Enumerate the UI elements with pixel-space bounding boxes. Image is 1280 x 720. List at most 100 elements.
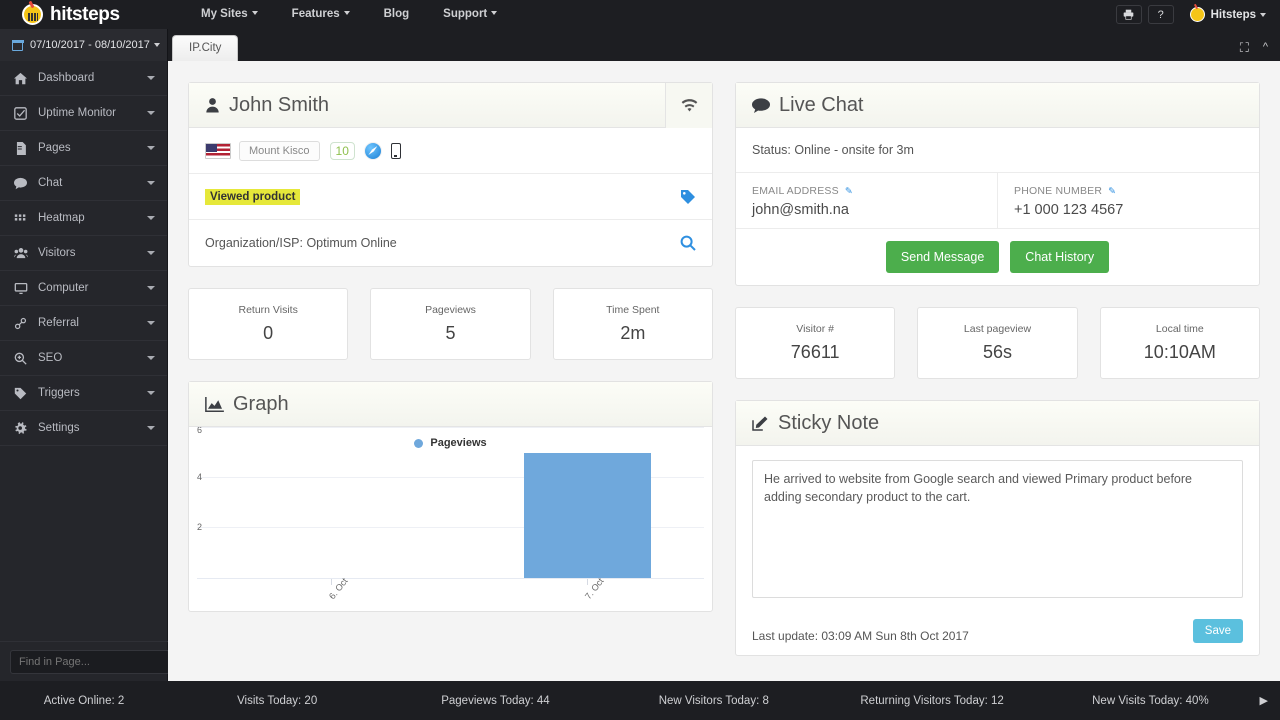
legend-marker [414, 439, 423, 448]
tag-icon [12, 387, 29, 400]
sidebar-item-label: Heatmap [38, 212, 147, 224]
sidebar-item-visitors[interactable]: Visitors [0, 236, 167, 271]
status-new-visitors-today: New Visitors Today: 8 [605, 695, 823, 707]
status-bar: Active Online: 2 Visits Today: 20 Pagevi… [0, 681, 1280, 720]
tab-ip-city[interactable]: IP.City [172, 35, 238, 61]
status-active-online: Active Online: 2 [0, 695, 168, 707]
sidebar-footer: ‹ [0, 641, 168, 681]
x-tick-mark [587, 579, 588, 585]
sidebar-item-seo[interactable]: SEO [0, 341, 167, 376]
stat-value: 56s [983, 342, 1012, 363]
search-icon[interactable] [680, 235, 696, 251]
stat-label: Local time [1156, 323, 1204, 335]
sidebar-item-settings[interactable]: Settings [0, 411, 167, 446]
session-stats-row: Visitor # 76611 Last pageview 56s Local … [735, 307, 1260, 379]
stat-visitor-number: Visitor # 76611 [735, 307, 895, 379]
phone-label: PHONE NUMBER [1014, 185, 1102, 197]
chevron-down-icon [147, 111, 155, 115]
stat-value: 2m [620, 323, 645, 344]
sticky-note-title: Sticky Note [752, 412, 879, 435]
chevron-down-icon [147, 356, 155, 360]
stat-return-visits: Return Visits 0 [188, 288, 348, 360]
sidebar-item-computer[interactable]: Computer [0, 271, 167, 306]
panels-grid: John Smith Mount Kisco 10 Viewed product [188, 82, 1260, 656]
sidebar-item-referral[interactable]: Referral [0, 306, 167, 341]
sidebar-item-label: Pages [38, 142, 147, 154]
chevron-down-icon [147, 251, 155, 255]
visitor-name: John Smith [229, 94, 329, 117]
chevron-down-icon [252, 11, 258, 15]
right-column: Live Chat Status: Online - onsite for 3m… [735, 82, 1260, 656]
sidebar-item-label: Settings [38, 422, 147, 434]
chevron-down-icon [147, 426, 155, 430]
chevron-down-icon [344, 11, 350, 15]
chart-legend[interactable]: Pageviews [197, 437, 704, 449]
live-chat-title: Live Chat [752, 94, 864, 117]
stat-value: 10:10AM [1144, 342, 1216, 363]
sidebar-item-triggers[interactable]: Triggers [0, 376, 167, 411]
pencil-icon[interactable]: ✎ [845, 186, 853, 197]
expand-icon[interactable]: ⛶ [1240, 41, 1249, 54]
tab-strip: IP.City [168, 29, 1240, 61]
visitor-location-row: Mount Kisco 10 [189, 128, 712, 174]
pageviews-bar-chart[interactable]: 6 4 2 Pageviews 6. Oct 7. Oct [189, 427, 712, 611]
sidebar-item-label: Uptime Monitor [38, 107, 147, 119]
sidebar: Dashboard Uptime Monitor Pages Chat Heat… [0, 61, 168, 681]
phone-field[interactable]: PHONE NUMBER ✎ +1 000 123 4567 [997, 173, 1259, 228]
visitor-city: Mount Kisco [239, 141, 320, 161]
live-chat-header: Live Chat [736, 83, 1259, 128]
save-button[interactable]: Save [1193, 619, 1243, 643]
gears-icon [12, 422, 29, 435]
sidebar-item-pages[interactable]: Pages [0, 131, 167, 166]
visitor-tag: Viewed product [205, 189, 300, 205]
visitor-panel-header: John Smith [189, 83, 712, 128]
visitor-tag-row: Viewed product [189, 174, 712, 220]
left-column: John Smith Mount Kisco 10 Viewed product [188, 82, 713, 656]
user-menu[interactable]: Hitsteps [1190, 7, 1266, 22]
pencil-icon[interactable]: ✎ [1108, 186, 1116, 197]
stat-label: Time Spent [606, 304, 659, 316]
topnav-item-features[interactable]: Features [275, 0, 367, 29]
sidebar-item-uptime-monitor[interactable]: Uptime Monitor [0, 96, 167, 131]
sticky-note-body [736, 446, 1259, 613]
status-items: Visits Today: 20 Pageviews Today: 44 New… [168, 695, 1260, 707]
topnav-item-support[interactable]: Support [426, 0, 514, 29]
tag-icon[interactable] [680, 189, 696, 205]
sidebar-item-heatmap[interactable]: Heatmap [0, 201, 167, 236]
file-icon [12, 142, 29, 155]
chat-action-buttons: Send Message Chat History [736, 229, 1259, 285]
sticky-note-header: Sticky Note [736, 401, 1259, 446]
chat-history-button[interactable]: Chat History [1010, 241, 1109, 273]
status-pageviews-today: Pageviews Today: 44 [386, 695, 604, 707]
topnav-item-my-sites[interactable]: My Sites [184, 0, 275, 29]
brand[interactable]: hitsteps [0, 4, 160, 26]
sidebar-item-label: SEO [38, 352, 147, 364]
date-range-picker[interactable]: 07/10/2017 - 08/10/2017 [0, 29, 168, 61]
chevron-down-icon [147, 286, 155, 290]
find-in-page-input[interactable] [10, 650, 170, 674]
gridline-6 [197, 427, 704, 428]
y-tick-label: 4 [197, 472, 202, 482]
email-field[interactable]: EMAIL ADDRESS ✎ john@smith.na [736, 173, 997, 228]
date-range-label: 07/10/2017 - 08/10/2017 [30, 39, 150, 51]
send-message-button[interactable]: Send Message [886, 241, 999, 273]
help-button[interactable]: ? [1148, 5, 1174, 24]
status-next-icon[interactable]: ▶ [1260, 694, 1280, 707]
visitor-panel: John Smith Mount Kisco 10 Viewed product [188, 82, 713, 267]
subbar-right-actions: ⛶ ^ [1240, 41, 1280, 61]
sidebar-item-dashboard[interactable]: Dashboard [0, 61, 167, 96]
grid-icon [12, 212, 29, 225]
user-icon [205, 97, 220, 113]
safari-icon [364, 142, 382, 160]
visitor-stats-row: Return Visits 0 Pageviews 5 Time Spent 2… [188, 288, 713, 360]
sticky-note-label: Sticky Note [778, 412, 879, 435]
sub-toolbar: 07/10/2017 - 08/10/2017 IP.City ⛶ ^ [0, 29, 1280, 61]
chart-bar[interactable] [524, 453, 651, 578]
topnav-item-blog[interactable]: Blog [367, 0, 427, 29]
sidebar-item-chat[interactable]: Chat [0, 166, 167, 201]
sidebar-item-label: Triggers [38, 387, 147, 399]
printer-icon[interactable] [1116, 5, 1142, 24]
sticky-note-textarea[interactable] [752, 460, 1243, 598]
chevron-up-icon[interactable]: ^ [1263, 42, 1268, 53]
x-tick-mark [331, 579, 332, 585]
